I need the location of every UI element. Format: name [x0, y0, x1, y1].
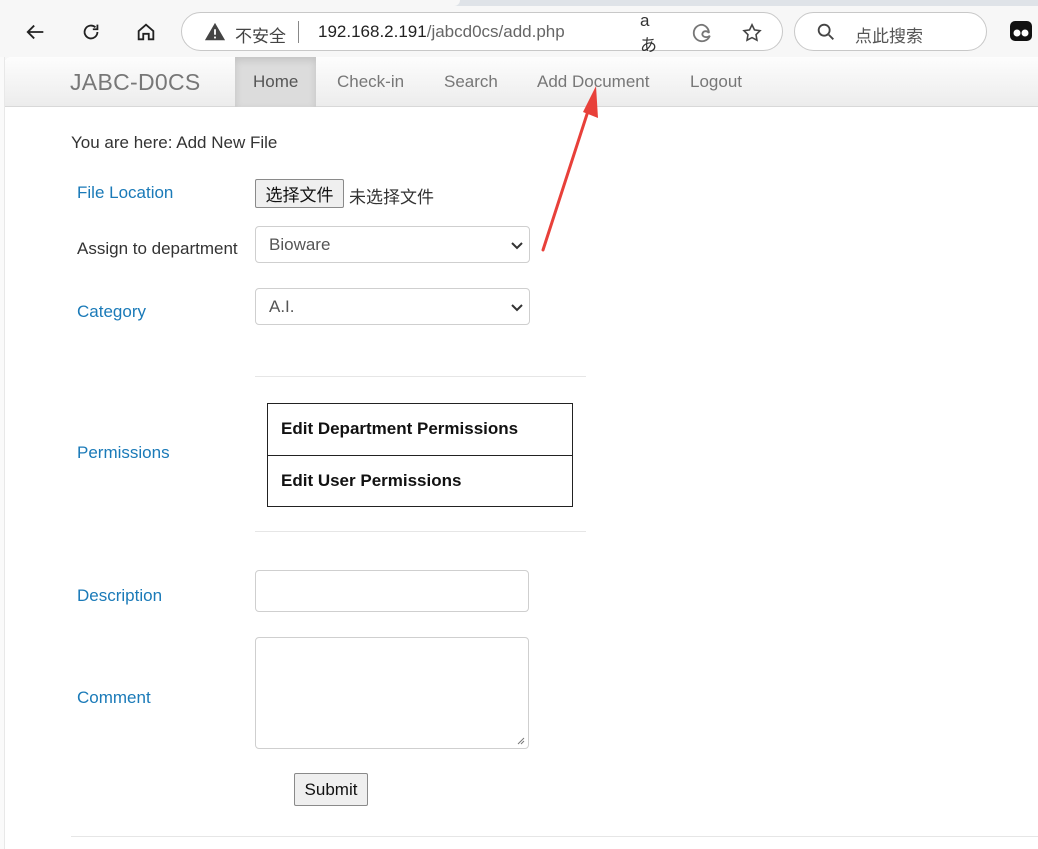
resize-grip-icon[interactable]: [516, 736, 525, 745]
browser-toolbar: 不安全 192.168.2.191/jabcd0cs/add.php aあ 点此…: [0, 0, 1038, 60]
file-location-label: File Location: [77, 183, 174, 202]
browser-search-box[interactable]: 点此搜索: [794, 12, 987, 51]
site-brand[interactable]: JABC-D0CS: [70, 69, 201, 96]
extension-icon[interactable]: [1009, 20, 1033, 42]
nav-add-document[interactable]: Add Document: [519, 57, 667, 107]
home-icon[interactable]: [128, 14, 164, 50]
department-selected-value: Bioware: [269, 235, 331, 254]
file-status-text: 未选择文件: [349, 188, 434, 208]
permissions-table: Edit Department Permissions Edit User Pe…: [267, 403, 573, 507]
category-selected-value: A.I.: [269, 297, 295, 316]
nav-logout[interactable]: Logout: [672, 57, 760, 107]
favorite-star-icon[interactable]: [740, 21, 764, 45]
search-icon: [817, 23, 834, 40]
description-input[interactable]: [255, 570, 529, 612]
active-tab[interactable]: [0, 0, 460, 6]
breadcrumb: You are here: Add New File: [71, 133, 278, 152]
refresh-icon[interactable]: [73, 14, 109, 50]
tab-strip: [0, 0, 1038, 6]
page-left-edge: [0, 57, 5, 849]
permissions-label: Permissions: [77, 443, 170, 462]
edit-user-permissions[interactable]: Edit User Permissions: [268, 455, 572, 506]
nav-search[interactable]: Search: [426, 57, 516, 107]
nav-check-in[interactable]: Check-in: [319, 57, 422, 107]
footer-divider: [71, 836, 1038, 837]
choose-file-button[interactable]: 选择文件: [255, 179, 344, 208]
url-path: /jabcd0cs/add.php: [426, 22, 565, 41]
category-label: Category: [77, 302, 146, 321]
back-icon[interactable]: [18, 14, 54, 50]
department-label: Assign to department: [77, 239, 238, 258]
nav-home[interactable]: Home: [235, 57, 317, 107]
comment-textarea[interactable]: [255, 637, 529, 749]
department-select[interactable]: Bioware: [255, 226, 530, 263]
address-bar[interactable]: 不安全 192.168.2.191/jabcd0cs/add.php aあ: [181, 11, 783, 55]
edit-department-permissions[interactable]: Edit Department Permissions: [268, 404, 572, 455]
chevron-down-icon: [511, 242, 523, 250]
not-secure-label[interactable]: 不安全: [235, 22, 286, 47]
description-label: Description: [77, 586, 163, 605]
address-separator: [298, 21, 299, 43]
url-text[interactable]: 192.168.2.191/jabcd0cs/add.php: [318, 22, 565, 42]
edge-collections-icon[interactable]: [690, 21, 714, 45]
chevron-down-icon: [511, 304, 523, 312]
permissions-panel: Edit Department Permissions Edit User Pe…: [255, 376, 586, 532]
category-select[interactable]: A.I.: [255, 288, 530, 325]
site-navbar: JABC-D0CS Home Check-in Search Add Docum…: [5, 57, 1038, 107]
comment-label: Comment: [77, 688, 151, 707]
submit-button[interactable]: Submit: [294, 773, 368, 806]
warning-icon[interactable]: [204, 21, 226, 43]
url-host: 192.168.2.191: [318, 22, 427, 41]
search-placeholder: 点此搜索: [855, 27, 923, 46]
read-aloud-icon[interactable]: aあ: [640, 11, 664, 55]
